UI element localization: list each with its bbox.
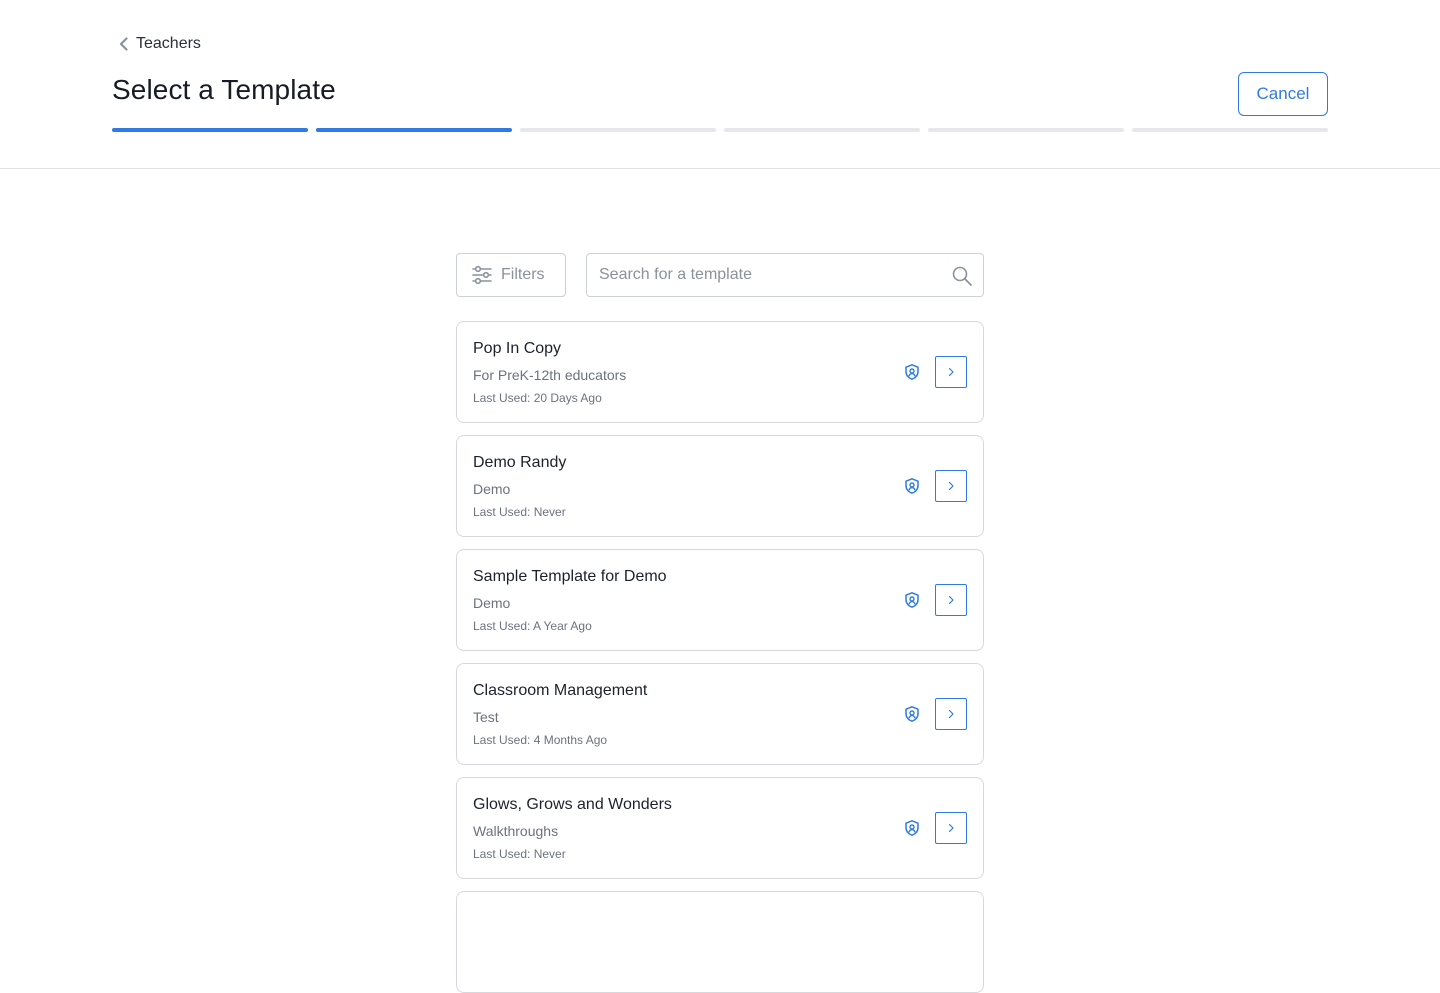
template-last-used: Last Used: A Year Ago [473,619,592,633]
template-last-used: Last Used: Never [473,505,566,519]
step-3 [520,128,716,132]
template-card[interactable]: Glows, Grows and Wonders Walkthroughs La… [456,777,984,879]
search-icon[interactable] [951,265,973,287]
chevron-right-icon [948,595,954,605]
step-4 [724,128,920,132]
filters-button[interactable]: Filters [456,253,566,297]
chevron-right-icon [948,823,954,833]
page-header: Teachers Select a Template Cancel [0,0,1440,169]
chevron-left-icon [119,37,128,51]
step-5 [928,128,1124,132]
template-last-used: Last Used: Never [473,847,566,861]
template-card[interactable]: Classroom Management Test Last Used: 4 M… [456,663,984,765]
shield-icon [905,592,919,608]
template-title: Demo Randy [473,454,567,471]
template-card[interactable]: Demo Randy Demo Last Used: Never [456,435,984,537]
template-card[interactable]: Sample Template for Demo Demo Last Used:… [456,549,984,651]
template-last-used: Last Used: 20 Days Ago [473,391,602,405]
page-title: Select a Template [112,74,336,105]
template-subtitle: Demo [473,481,511,497]
shield-icon [905,706,919,722]
template-subtitle: Test [473,709,499,725]
template-subtitle: Walkthroughs [473,823,559,839]
chevron-right-icon [948,367,954,377]
template-last-used: Last Used: 4 Months Ago [473,733,608,747]
chevron-right-icon [948,481,954,491]
shield-icon [905,820,919,836]
search-box [586,253,984,297]
filters-label: Filters [501,266,545,283]
template-title: Glows, Grows and Wonders [473,796,672,813]
shield-icon [905,478,919,494]
open-template-button[interactable] [935,584,967,616]
step-6 [1132,128,1328,132]
template-title: Sample Template for Demo [473,568,667,585]
template-subtitle: For PreK-12th educators [473,367,627,383]
open-template-button[interactable] [935,698,967,730]
chevron-right-icon [948,709,954,719]
open-template-button[interactable] [935,356,967,388]
back-link[interactable]: Teachers [112,32,201,56]
template-card[interactable]: Pop In Copy For PreK-12th educators Last… [456,321,984,423]
template-card[interactable] [456,891,984,993]
back-link-label: Teachers [136,35,201,52]
sliders-icon [472,265,492,285]
template-subtitle: Demo [473,595,511,611]
step-2 [316,128,512,132]
progress-stepper [112,128,1328,132]
template-title: Pop In Copy [473,340,562,357]
open-template-button[interactable] [935,812,967,844]
cancel-button[interactable]: Cancel [1238,72,1328,116]
shield-icon [905,364,919,380]
template-title: Classroom Management [473,682,648,699]
open-template-button[interactable] [935,470,967,502]
step-1 [112,128,308,132]
search-input[interactable] [599,254,939,296]
